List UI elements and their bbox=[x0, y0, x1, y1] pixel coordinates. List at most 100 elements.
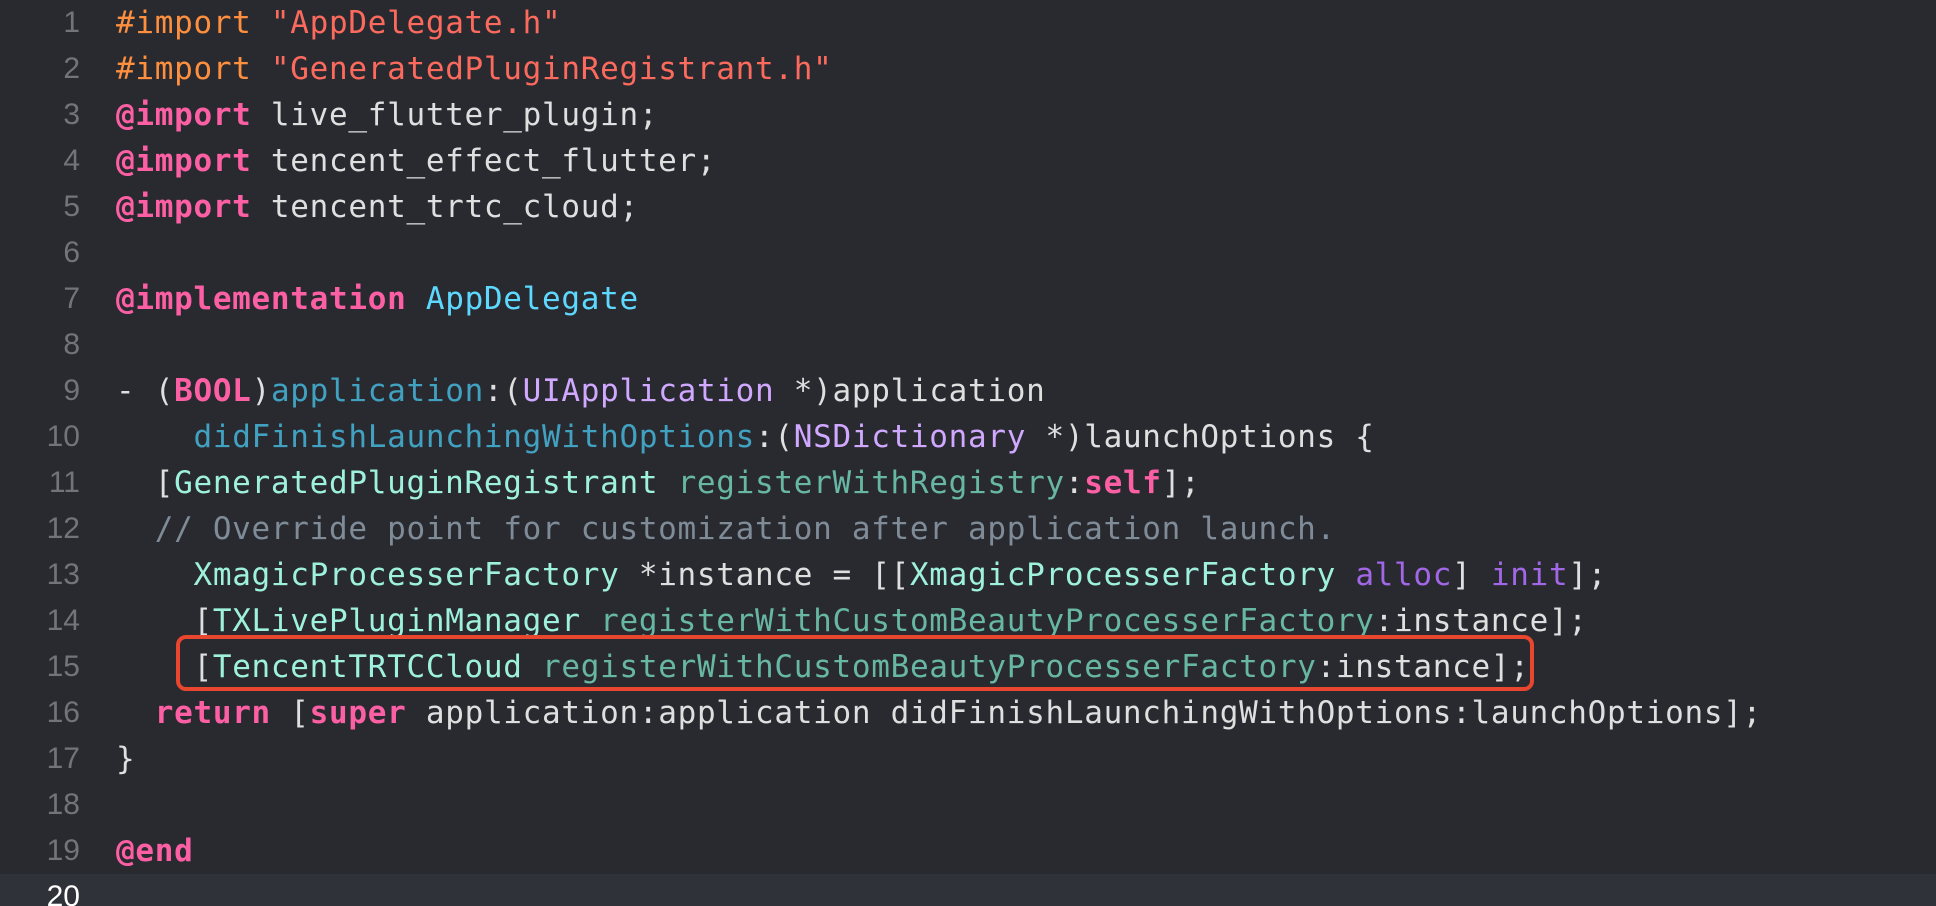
code-line[interactable]: 7 @implementation AppDelegate bbox=[0, 276, 1936, 322]
line-number: 3 bbox=[63, 98, 80, 131]
line-number: 17 bbox=[46, 742, 80, 775]
code-token: ) bbox=[251, 373, 271, 409]
code-line[interactable]: 14 [TXLivePluginManager registerWithCust… bbox=[0, 598, 1936, 644]
line-number: 15 bbox=[46, 650, 80, 683]
code-line[interactable]: 17} bbox=[0, 736, 1936, 782]
code-line[interactable]: 2 #import "GeneratedPluginRegistrant.h" bbox=[0, 46, 1936, 92]
code-token: XmagicProcesserFactory bbox=[193, 557, 620, 593]
code-line[interactable]: 16 return [super application:application… bbox=[0, 690, 1936, 736]
code-text[interactable]: [TencentTRTCCloud registerWithCustomBeau… bbox=[116, 644, 1530, 690]
code-token: GeneratedPluginRegistrant bbox=[174, 465, 659, 501]
code-token: @import bbox=[116, 189, 252, 225]
code-line[interactable]: 3 @import live_flutter_plugin; bbox=[0, 92, 1936, 138]
code-token: #import bbox=[116, 5, 271, 41]
line-number: 1 bbox=[63, 6, 80, 39]
line-number: 6 bbox=[63, 236, 80, 269]
code-text[interactable]: didFinishLaunchingWithOptions:(NSDiction… bbox=[116, 414, 1375, 460]
code-token: : bbox=[1064, 465, 1085, 501]
code-line[interactable]: 9 - (BOOL)application:(UIApplication *)ap… bbox=[0, 368, 1936, 414]
code-token: "AppDelegate.h" bbox=[270, 5, 562, 41]
code-line[interactable]: 19 @end bbox=[0, 828, 1936, 874]
code-token: didFinishLaunchingWithOptions bbox=[193, 419, 756, 455]
code-token: application bbox=[270, 373, 484, 409]
line-number: 13 bbox=[46, 558, 80, 591]
code-line[interactable]: 1 #import "AppDelegate.h" bbox=[0, 0, 1936, 46]
line-number: 11 bbox=[48, 466, 80, 499]
line-number: 2 bbox=[63, 52, 80, 85]
code-editor[interactable]: 1 #import "AppDelegate.h" 2 #import "Genera… bbox=[0, 0, 1936, 906]
code-token: :( bbox=[483, 373, 523, 409]
code-token: ] bbox=[1452, 557, 1491, 593]
code-text[interactable]: @end bbox=[116, 828, 193, 874]
code-token: [ bbox=[270, 695, 310, 731]
line-number: 12 bbox=[46, 512, 80, 545]
code-line[interactable]: 8 bbox=[0, 322, 1936, 368]
code-text[interactable]: @implementation AppDelegate bbox=[116, 276, 639, 322]
code-token: "GeneratedPluginRegistrant.h" bbox=[270, 51, 833, 87]
code-token: *instance = [[ bbox=[619, 557, 910, 593]
code-text[interactable]: @import tencent_effect_flutter; bbox=[116, 138, 716, 184]
code-token: return bbox=[154, 695, 271, 731]
code-text[interactable]: [TXLivePluginManager registerWithCustomB… bbox=[116, 598, 1588, 644]
code-token: :( bbox=[755, 419, 794, 455]
code-token: alloc bbox=[1355, 557, 1453, 593]
code-token: tencent_effect_flutter; bbox=[251, 143, 717, 179]
code-line-current[interactable]: 20 bbox=[0, 874, 1936, 906]
code-token: [ bbox=[116, 465, 175, 501]
code-text[interactable]: [GeneratedPluginRegistrant registerWithR… bbox=[116, 460, 1200, 506]
code-token: registerWithCustomBeautyProcesserFactory bbox=[542, 649, 1317, 685]
line-number: 16 bbox=[46, 696, 80, 729]
code-token: ]; bbox=[1568, 557, 1608, 593]
code-token: @implementation bbox=[116, 281, 407, 317]
line-number: 19 bbox=[46, 834, 80, 867]
code-token: registerWithCustomBeautyProcesserFactory bbox=[600, 603, 1375, 639]
code-line[interactable]: 5 @import tencent_trtc_cloud; bbox=[0, 184, 1936, 230]
code-token: super bbox=[309, 695, 407, 731]
code-token: [ bbox=[116, 649, 213, 685]
code-line[interactable]: 18 bbox=[0, 782, 1936, 828]
code-token: [ bbox=[116, 603, 213, 639]
code-token: } bbox=[116, 741, 136, 777]
code-line[interactable]: 11 [GeneratedPluginRegistrant registerWi… bbox=[0, 460, 1936, 506]
code-line[interactable]: 6 bbox=[0, 230, 1936, 276]
code-token: tencent_trtc_cloud; bbox=[251, 189, 639, 225]
code-token: NSDictionary bbox=[793, 419, 1027, 455]
code-text[interactable]: @import tencent_trtc_cloud; bbox=[116, 184, 639, 230]
code-text[interactable]: // Override point for customization afte… bbox=[116, 506, 1336, 552]
code-text[interactable]: return [super application:application di… bbox=[116, 690, 1762, 736]
line-number: 9 bbox=[63, 374, 80, 407]
code-token: TXLivePluginManager bbox=[212, 603, 581, 639]
code-token: *)launchOptions { bbox=[1026, 419, 1375, 455]
code-line[interactable]: 15 [TencentTRTCCloud registerWithCustomB… bbox=[0, 644, 1936, 690]
line-number: 20 bbox=[46, 880, 80, 906]
code-line[interactable]: 12 // Override point for customization a… bbox=[0, 506, 1936, 552]
code-token: registerWithRegistry bbox=[677, 465, 1065, 501]
line-number: 8 bbox=[63, 328, 80, 361]
code-text[interactable]: } bbox=[116, 736, 135, 782]
line-number: 18 bbox=[46, 788, 80, 821]
code-token: UIApplication bbox=[522, 373, 775, 409]
code-line[interactable]: 13 XmagicProcesserFactory *instance = [[… bbox=[0, 552, 1936, 598]
code-token: #import bbox=[116, 51, 271, 87]
code-line[interactable]: 4 @import tencent_effect_flutter; bbox=[0, 138, 1936, 184]
code-line[interactable]: 10 didFinishLaunchingWithOptions:(NSDict… bbox=[0, 414, 1936, 460]
code-token: :instance]; bbox=[1316, 649, 1530, 685]
code-token: BOOL bbox=[174, 373, 252, 409]
code-token: @import bbox=[116, 143, 252, 179]
code-text[interactable]: #import "AppDelegate.h" bbox=[116, 0, 561, 46]
code-text[interactable]: @import live_flutter_plugin; bbox=[116, 92, 658, 138]
code-token: ]; bbox=[1161, 465, 1201, 501]
code-text[interactable]: XmagicProcesserFactory *instance = [[Xma… bbox=[116, 552, 1607, 598]
code-token: *)application bbox=[774, 373, 1046, 409]
code-token: self bbox=[1084, 465, 1162, 501]
code-text[interactable]: - (BOOL)application:(UIApplication *)app… bbox=[116, 368, 1046, 414]
line-number: 4 bbox=[63, 144, 80, 177]
code-token: application:application didFinishLaunchi… bbox=[406, 695, 1762, 731]
code-text[interactable]: #import "GeneratedPluginRegistrant.h" bbox=[116, 46, 832, 92]
